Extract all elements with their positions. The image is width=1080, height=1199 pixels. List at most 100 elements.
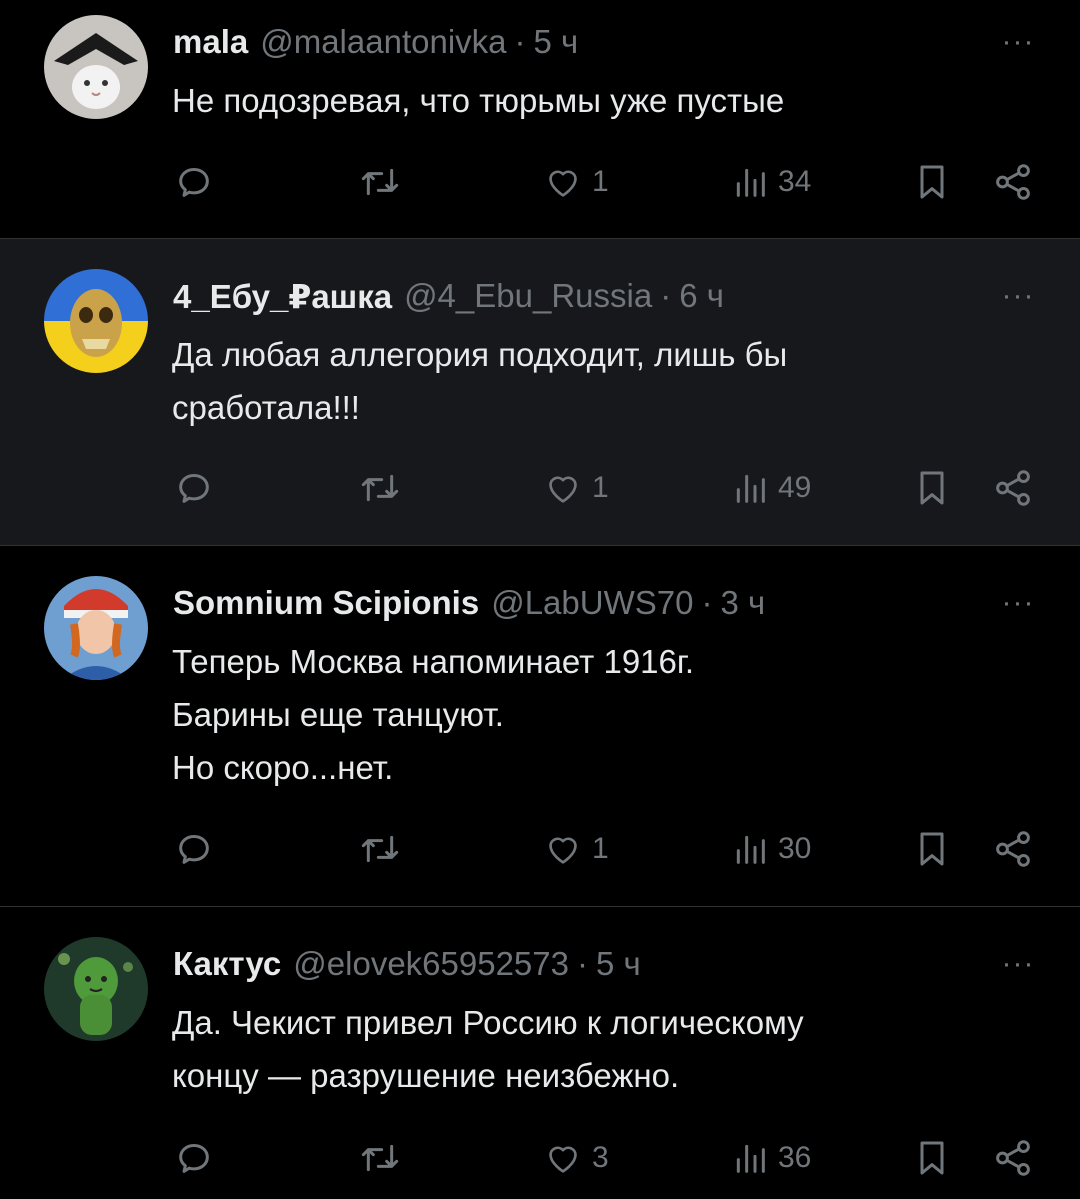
like-count: 3 [592,1141,609,1174]
views-icon [736,1144,765,1173]
author-handle[interactable]: @LabUWS70 [491,584,693,622]
more-icon[interactable]: ··· [990,276,1046,316]
bookmark-icon [920,471,944,505]
share-button[interactable] [992,157,1034,207]
view-count: 34 [778,165,812,198]
bookmark-button[interactable] [912,824,952,874]
post-header: mala @malaantonivka · 5 ч [173,20,578,64]
post-text: Да любая аллегория подходит, лишь бы сра… [172,328,1032,434]
post-text-line: Да любая аллегория подходит, лишь бы [172,336,788,373]
action-bar: 1 34 [0,157,1080,207]
action-bar: 1 49 [0,463,1080,513]
more-icon[interactable]: ··· [990,583,1046,623]
post-text: Не подозревая, что тюрьмы уже пустые [172,74,1032,127]
action-bar: 3 36 [0,1133,1080,1183]
avatar[interactable] [44,937,148,1041]
avatar[interactable] [44,576,148,680]
share-button[interactable] [992,1133,1034,1183]
more-icon[interactable]: ··· [990,944,1046,984]
views-button[interactable]: 30 [730,824,811,874]
author-handle[interactable]: @malaantonivka [260,23,506,61]
separator-dot: · [514,23,526,60]
avatar-image [44,576,148,680]
post-text-line: Барины еще танцуют. [172,696,504,733]
post-time[interactable]: 5 ч [596,945,641,983]
like-icon [549,1146,577,1173]
post-time[interactable]: 3 ч [720,584,765,622]
repost-button[interactable] [358,1133,402,1183]
reply-icon [179,168,209,197]
views-button[interactable]: 36 [730,1133,811,1183]
separator-dot: · [660,277,672,314]
views-icon [736,168,765,197]
share-icon [996,1140,1030,1176]
reply-button[interactable] [174,1133,214,1183]
post-text-line: Не подозревая, что тюрьмы уже пустые [172,82,785,119]
reply-button[interactable] [174,824,214,874]
like-count: 1 [592,832,609,865]
post-4[interactable]: Кактус @elovek65952573 · 5 ч ··· Да. Чек… [0,907,1080,1199]
repost-button[interactable] [358,824,402,874]
share-icon [996,470,1030,506]
avatar-image [44,937,148,1041]
like-count: 1 [592,471,609,504]
reply-icon [179,474,209,503]
view-count: 30 [778,832,812,865]
bookmark-button[interactable] [912,157,952,207]
reply-icon [179,1144,209,1173]
view-count: 36 [778,1141,812,1174]
post-time[interactable]: 6 ч [679,277,724,315]
bookmark-button[interactable] [912,463,952,513]
share-button[interactable] [992,463,1034,513]
share-icon [996,831,1030,867]
post-1[interactable]: mala @malaantonivka · 5 ч ··· Не подозре… [0,0,1080,238]
share-icon [996,164,1030,200]
bookmark-icon [920,165,944,199]
more-icon[interactable]: ··· [990,22,1046,62]
repost-icon [361,474,399,502]
repost-icon [361,1144,399,1172]
author-name[interactable]: 4_Ебу_₽ашка [173,277,392,316]
author-name[interactable]: Кактус [173,945,281,983]
views-button[interactable]: 49 [730,463,811,513]
like-button[interactable]: 1 [542,157,609,207]
post-3[interactable]: Somnium Scipionis @LabUWS70 · 3 ч ··· Те… [0,546,1080,906]
repost-button[interactable] [358,157,402,207]
post-header: Кактус @elovek65952573 · 5 ч [173,942,641,986]
post-time[interactable]: 5 ч [534,23,579,61]
post-text-line: Да. Чекист привел Россию к логическому [172,1004,804,1041]
like-icon [549,837,577,864]
author-name[interactable]: mala [173,23,248,61]
post-header: 4_Ебу_₽ашка @4_Ebu_Russia · 6 ч [173,274,724,318]
reply-icon [179,835,209,864]
author-name[interactable]: Somnium Scipionis [173,584,479,622]
like-icon [549,476,577,503]
author-handle[interactable]: @elovek65952573 [293,945,569,983]
avatar-image [44,269,148,373]
author-handle[interactable]: @4_Ebu_Russia [404,277,652,315]
post-2[interactable]: 4_Ебу_₽ашка @4_Ebu_Russia · 6 ч ··· Да л… [0,239,1080,545]
separator-dot: · [701,584,713,621]
post-text: Теперь Москва напоминает 1916г. Барины е… [172,635,1032,794]
post-header: Somnium Scipionis @LabUWS70 · 3 ч [173,581,765,625]
post-text-line: Теперь Москва напоминает 1916г. [172,643,695,680]
view-count: 49 [778,471,812,504]
reply-button[interactable] [174,157,214,207]
avatar[interactable] [44,269,148,373]
action-bar: 1 30 [0,824,1080,874]
views-icon [736,835,765,864]
post-text-line: концу — разрушение неизбежно. [172,1057,680,1094]
reply-button[interactable] [174,463,214,513]
like-button[interactable]: 1 [542,824,609,874]
avatar[interactable] [44,15,148,119]
bookmark-icon [920,832,944,866]
separator-dot: · [577,945,588,982]
repost-button[interactable] [358,463,402,513]
repost-icon [361,168,399,196]
share-button[interactable] [992,824,1034,874]
like-button[interactable]: 3 [542,1133,609,1183]
like-button[interactable]: 1 [542,463,609,513]
views-button[interactable]: 34 [730,157,811,207]
bookmark-button[interactable] [912,1133,952,1183]
like-count: 1 [592,165,609,198]
